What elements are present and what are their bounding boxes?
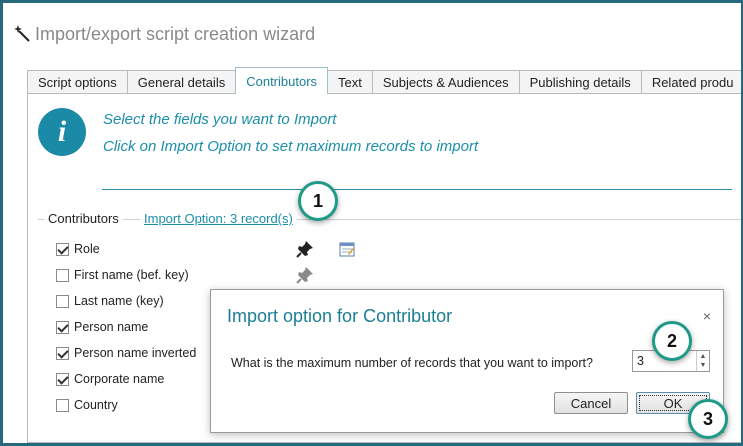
checkbox[interactable] (56, 372, 69, 386)
field-label: Last name (key) (74, 294, 164, 308)
tab-related-products[interactable]: Related produ (640, 70, 741, 94)
cancel-button[interactable]: Cancel (554, 392, 628, 414)
step-badge-2: 2 (652, 321, 692, 361)
window-title: Import/export script creation wizard (35, 23, 316, 44)
title-bar: Import/export script creation wizard (13, 21, 315, 47)
tab-subjects-audiences[interactable]: Subjects & Audiences (371, 70, 520, 94)
field-label: Country (74, 398, 118, 412)
instruction-line-1: Select the fields you want to Import (103, 111, 337, 128)
field-first-name[interactable]: First name (bef. key) (56, 266, 189, 284)
checkbox[interactable] (56, 242, 69, 256)
pin-icon[interactable] (296, 266, 314, 284)
checkbox[interactable] (56, 268, 69, 282)
field-role[interactable]: Role (56, 240, 100, 258)
tab-general-details[interactable]: General details (126, 70, 237, 94)
tab-bar: Script options General details Contribut… (27, 67, 741, 94)
pin-icon[interactable] (296, 240, 314, 258)
field-label: Corporate name (74, 372, 165, 386)
import-option-dialog: Import option for Contributor × What is … (210, 289, 724, 433)
field-label: Role (74, 242, 100, 256)
dialog-title: Import option for Contributor (227, 306, 453, 326)
checkbox[interactable] (56, 294, 69, 308)
field-person-name-inverted[interactable]: Person name inverted (56, 344, 196, 362)
tab-script-options[interactable]: Script options (27, 70, 128, 94)
field-last-name[interactable]: Last name (key) (56, 292, 164, 310)
tab-publishing-details[interactable]: Publishing details (518, 70, 642, 94)
divider (102, 189, 732, 190)
field-label: Person name inverted (74, 346, 197, 360)
field-label: Person name (74, 320, 149, 334)
info-icon: i (38, 108, 86, 156)
field-corporate-name[interactable]: Corporate name (56, 370, 164, 388)
close-icon[interactable]: × (703, 308, 711, 324)
tab-text[interactable]: Text (327, 70, 373, 94)
chevron-up-icon[interactable]: ▲ (700, 352, 707, 361)
import-option-link[interactable]: Import Option: 3 record(s) (140, 211, 297, 226)
field-label: First name (bef. key) (74, 268, 189, 282)
dialog-question: What is the maximum number of records th… (231, 356, 593, 370)
stepper-arrows[interactable]: ▲ ▼ (696, 351, 709, 371)
checkbox[interactable] (56, 398, 69, 412)
group-label: Contributors (44, 211, 123, 226)
checkbox[interactable] (56, 320, 69, 334)
step-badge-3: 3 (688, 399, 728, 439)
tab-contributors[interactable]: Contributors (235, 67, 329, 94)
chevron-down-icon[interactable]: ▼ (700, 361, 707, 370)
field-person-name[interactable]: Person name (56, 318, 148, 336)
step-badge-1: 1 (298, 181, 338, 221)
checkbox[interactable] (56, 346, 69, 360)
calendar-edit-icon[interactable] (339, 241, 355, 257)
wizard-window: Import/export script creation wizard Scr… (0, 0, 743, 446)
field-country[interactable]: Country (56, 396, 118, 414)
magic-wand-icon (14, 25, 30, 42)
instruction-line-2: Click on Import Option to set maximum re… (103, 138, 479, 155)
